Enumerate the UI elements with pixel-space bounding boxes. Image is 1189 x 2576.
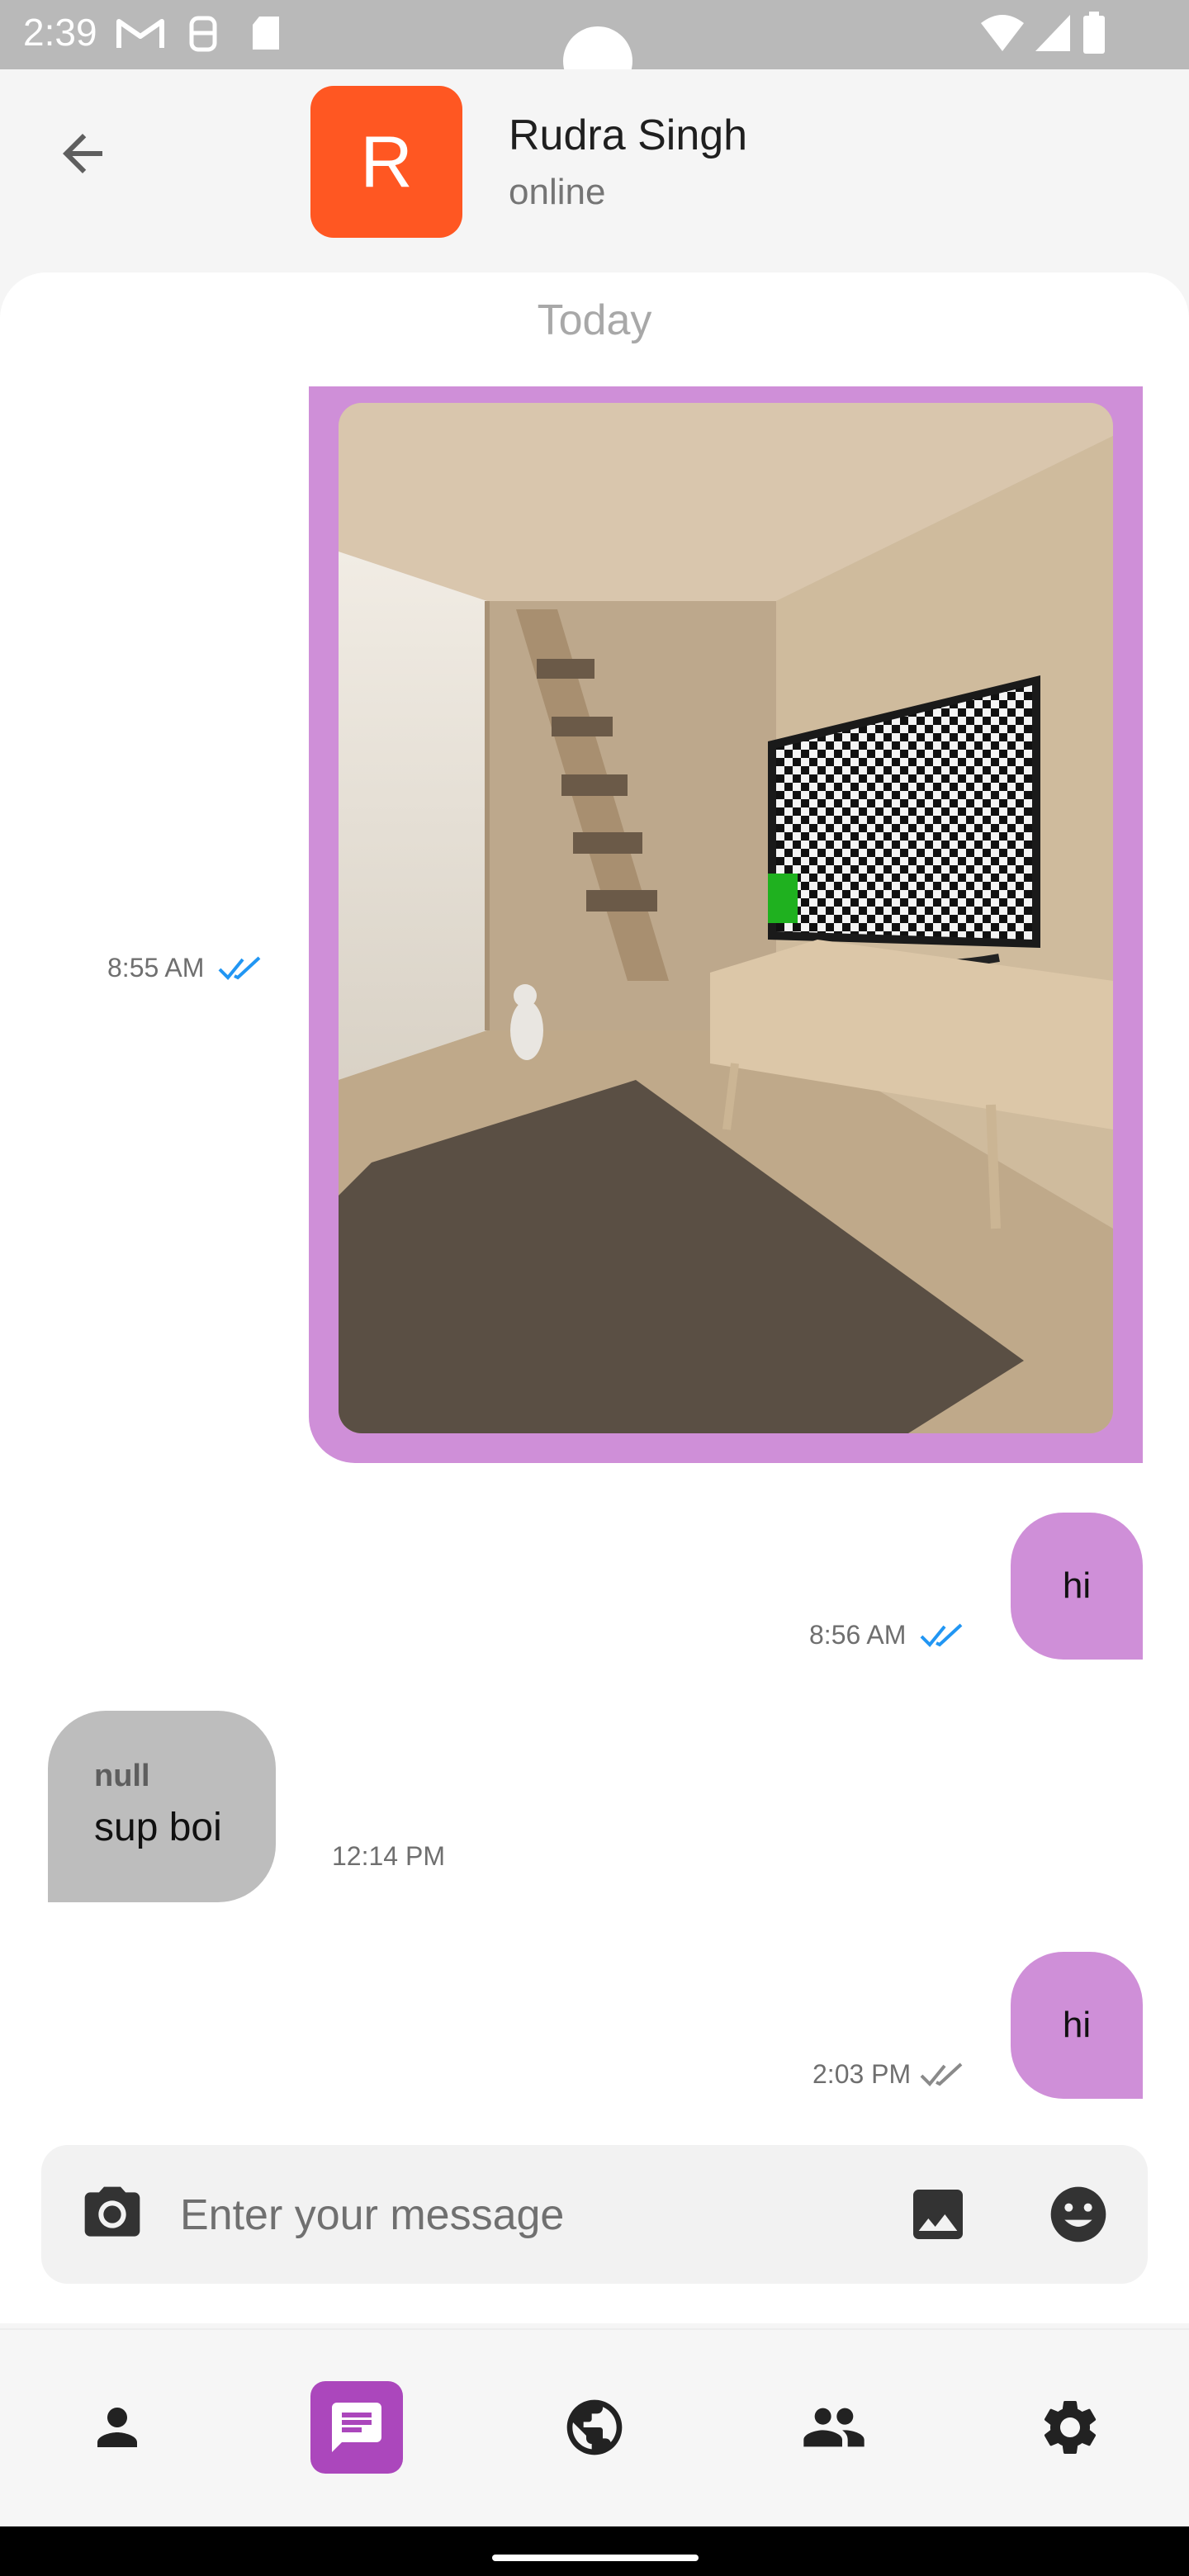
sd-card-icon [253,17,279,50]
globe-icon [566,2399,623,2455]
nav-chats[interactable] [310,2381,403,2474]
sent-receipt-icon [920,2062,963,2086]
emoji-icon[interactable] [1045,2181,1111,2247]
settings-icon [1044,2401,1097,2454]
sender-name: null [94,1759,150,1793]
status-time: 2:39 [23,11,97,54]
outgoing-message-bubble[interactable]: hi [1011,1513,1143,1660]
gesture-handle[interactable] [492,2555,699,2561]
signal-icon [1035,15,1070,51]
battery-icon [1083,12,1105,54]
read-receipt-icon [920,1623,963,1647]
message-text: hi [1062,1565,1092,1606]
group-icon [803,2408,865,2447]
back-arrow-icon[interactable] [53,124,112,183]
message-input[interactable] [178,2188,883,2242]
person-icon [97,2408,137,2447]
image-gallery-icon[interactable] [905,2181,971,2247]
chat-icon [332,2403,381,2452]
read-receipt-icon [218,956,261,980]
room-photo [339,403,1113,1433]
system-navigation-bar [0,2526,1189,2576]
shared-image[interactable] [339,403,1113,1433]
contact-name: Rudra Singh [509,111,748,159]
message-text: sup boi [94,1806,222,1849]
avatar-letter: R [360,121,413,202]
message-time: 8:55 AM [107,953,205,983]
message-time: 2:03 PM [812,2059,912,2089]
message-time: 8:56 AM [809,1620,907,1650]
notification-icon [189,16,217,52]
camera-icon[interactable] [79,2181,145,2247]
contact-avatar[interactable]: R [310,86,462,238]
nav-settings[interactable] [1024,2381,1116,2474]
outgoing-message-bubble[interactable]: hi [1011,1952,1143,2099]
message-time: 12:14 PM [332,1841,445,1871]
nav-groups[interactable] [788,2381,880,2474]
wifi-icon [981,15,1024,51]
nav-explore[interactable] [548,2381,641,2474]
nav-profile[interactable] [71,2381,163,2474]
date-separator: Today [537,296,652,344]
chat-header [0,69,1189,272]
message-text: hi [1062,2005,1092,2045]
gmail-icon [116,19,164,48]
contact-status: online [509,172,606,212]
